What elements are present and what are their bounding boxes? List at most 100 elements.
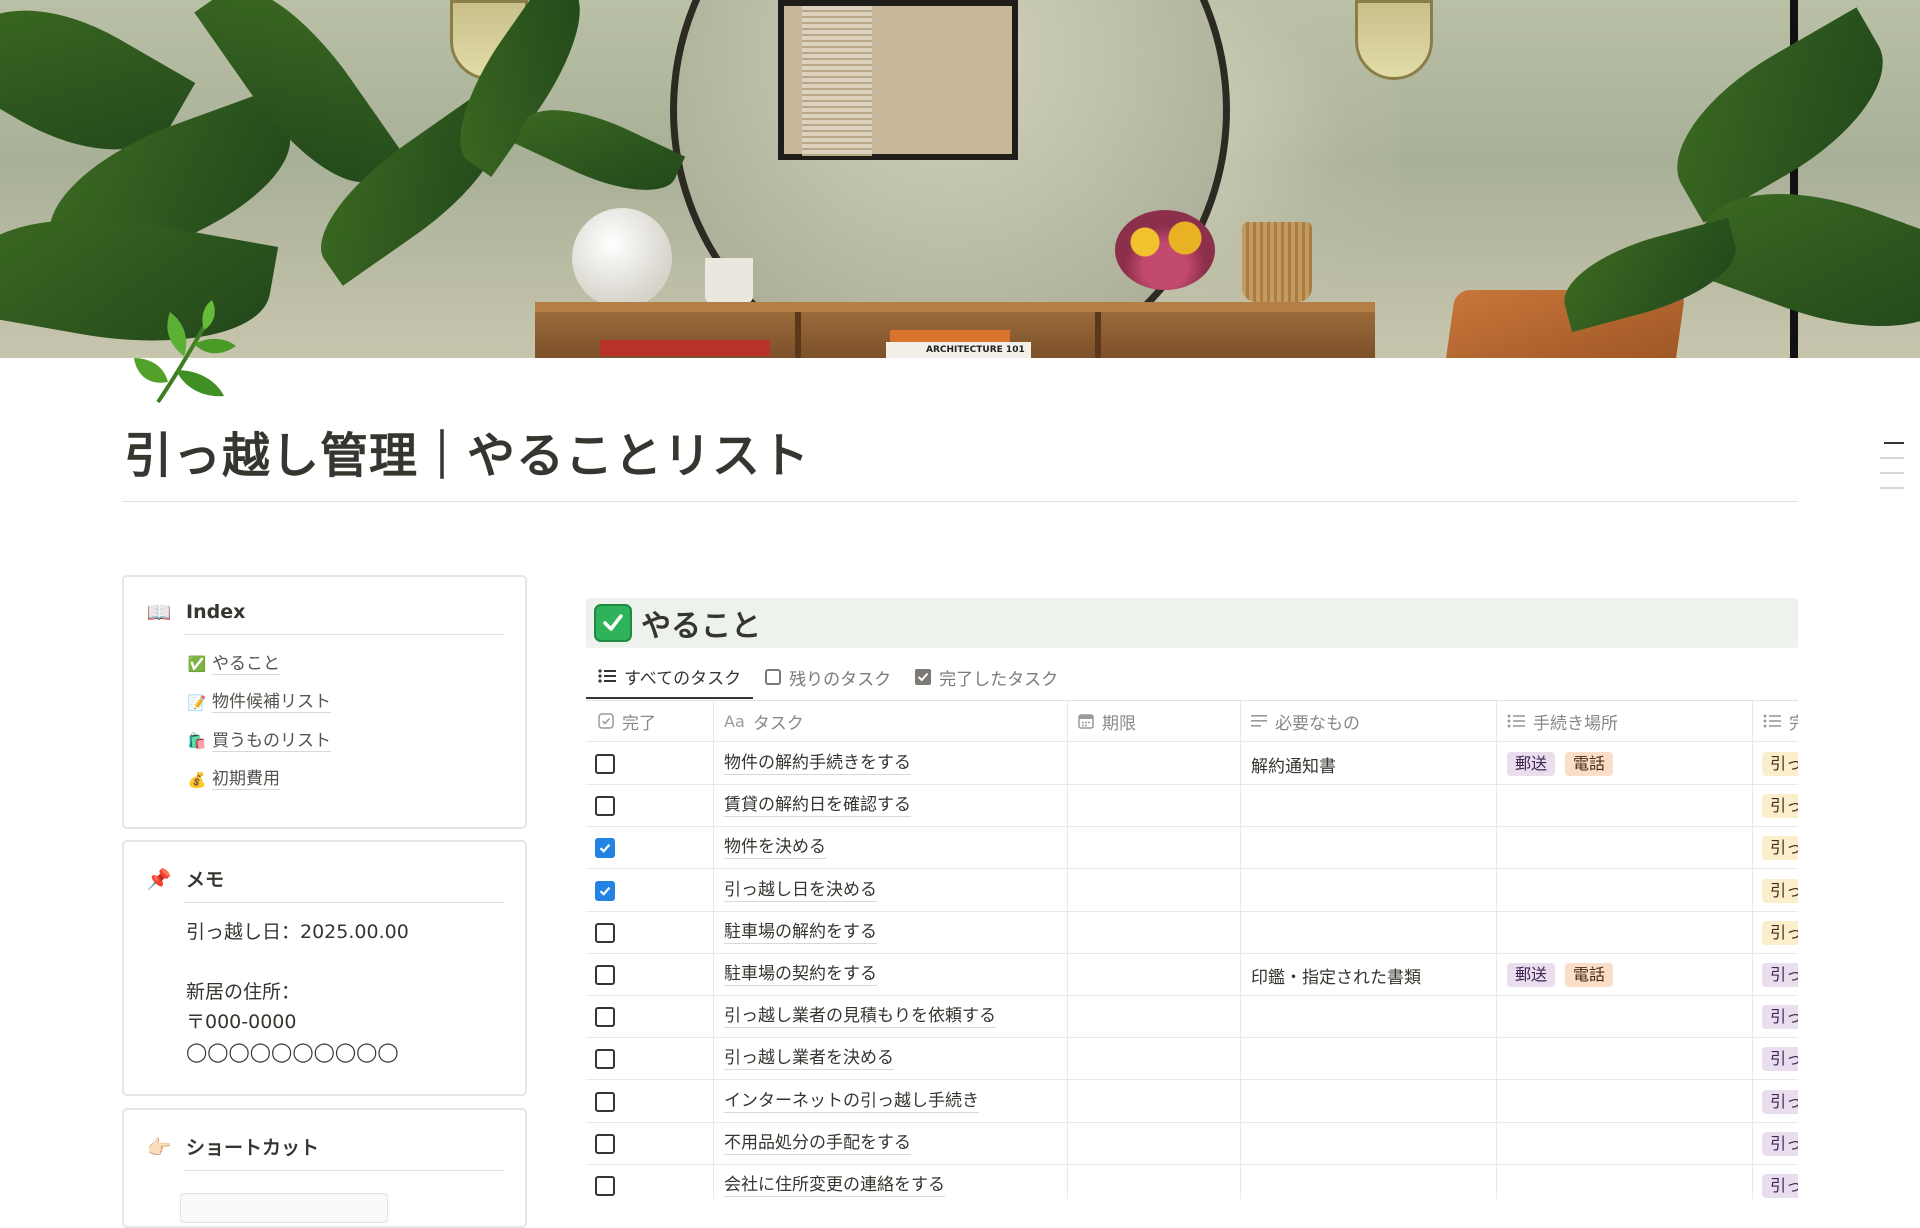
column-header-stage[interactable]: 完 [1763,700,1798,742]
task-cell[interactable]: インターネットの引っ越し手続き [724,1081,1064,1123]
due-cell[interactable] [1078,1123,1238,1165]
due-cell[interactable] [1078,954,1238,996]
stage-cell[interactable]: 引っ [1762,743,1798,785]
due-cell[interactable] [1078,870,1238,912]
task-cell[interactable]: 引っ越し日を決める [724,870,1064,912]
needs-cell[interactable] [1251,785,1491,827]
table-row[interactable]: 物件を決める 引っ [586,827,1798,870]
place-cell[interactable] [1507,827,1747,869]
table-row[interactable]: 引っ越し業者を決める 引っ [586,1038,1798,1081]
place-cell[interactable] [1507,1123,1747,1165]
place-cell[interactable] [1507,1081,1747,1123]
due-cell[interactable] [1078,1038,1238,1080]
table-of-contents-outline[interactable] [1880,442,1904,502]
column-header-needs[interactable]: 必要なもの [1251,700,1491,742]
due-cell[interactable] [1078,785,1238,827]
place-cell[interactable] [1507,912,1747,954]
place-cell[interactable] [1507,996,1747,1038]
task-cell[interactable]: 会社に住所変更の連絡をする [724,1165,1064,1199]
stage-cell[interactable]: 引っ [1762,996,1798,1038]
place-cell[interactable] [1507,785,1747,827]
column-header-place[interactable]: 手続き場所 [1507,700,1747,742]
task-cell[interactable]: 不用品処分の手配をする [724,1123,1064,1165]
due-cell[interactable] [1078,743,1238,785]
table-row[interactable]: 物件の解約手続きをする 解約通知書 郵送 電話 引っ [586,743,1798,785]
needs-cell[interactable] [1251,827,1491,869]
task-cell[interactable]: 駐車場の契約をする [724,954,1064,996]
stage-cell[interactable]: 引っ [1762,1081,1798,1123]
needs-cell[interactable] [1251,912,1491,954]
checkbox-unchecked[interactable] [595,922,615,943]
task-cell[interactable]: 引っ越し業者を決める [724,1038,1064,1080]
needs-cell[interactable] [1251,996,1491,1038]
checkbox-unchecked[interactable] [595,1091,615,1112]
index-link-property-candidates[interactable]: 📝 物件候補リスト [186,684,525,723]
table-row[interactable]: 会社に住所変更の連絡をする 引っ [586,1165,1798,1199]
due-cell[interactable] [1078,1081,1238,1123]
task-cell[interactable]: 賃貸の解約日を確認する [724,785,1064,827]
stage-cell[interactable]: 引っ [1762,1123,1798,1165]
stage-cell[interactable]: 引っ [1762,1165,1798,1199]
cover-image[interactable]: ARCHITECTURE 101 [0,0,1920,358]
needs-cell[interactable] [1251,1038,1491,1080]
checkbox-unchecked[interactable] [595,1007,615,1028]
task-cell[interactable]: 物件を決める [724,827,1064,869]
tab-remaining-tasks[interactable]: 残りのタスク [753,655,903,699]
checkbox-unchecked[interactable] [595,796,615,817]
due-cell[interactable] [1078,1165,1238,1199]
task-cell[interactable]: 駐車場の解約をする [724,912,1064,954]
checkbox-checked[interactable] [595,880,615,901]
needs-cell[interactable] [1251,1165,1491,1199]
column-header-due[interactable]: 期限 [1078,700,1238,742]
checkbox-unchecked[interactable] [595,965,615,985]
due-cell[interactable] [1078,912,1238,954]
table-row[interactable]: 引っ越し業者の見積もりを依頼する 引っ [586,996,1798,1039]
database-title-bar[interactable]: やること [586,598,1798,648]
shortcut-heading: ショートカット [186,1137,320,1159]
checkbox-checked[interactable] [595,838,615,859]
column-header-task[interactable]: Aa タスク [724,700,1064,742]
checkbox-unchecked[interactable] [595,1049,615,1070]
needs-cell[interactable]: 印鑑・指定された書類 [1251,954,1491,996]
column-header-done[interactable]: 完了 [598,700,710,742]
table-row[interactable]: 不用品処分の手配をする 引っ [586,1123,1798,1165]
task-cell[interactable]: 引っ越し業者の見積もりを依頼する [724,996,1064,1038]
place-cell[interactable] [1507,1038,1747,1080]
needs-cell[interactable] [1251,870,1491,912]
table-row[interactable]: インターネットの引っ越し手続き 引っ [586,1081,1798,1123]
needs-cell[interactable]: 解約通知書 [1251,743,1491,785]
tab-completed-tasks[interactable]: 完了したタスク [903,655,1070,699]
stage-cell[interactable]: 引っ [1762,1038,1798,1080]
stage-cell[interactable]: 引っ [1762,827,1798,869]
place-cell[interactable] [1507,870,1747,912]
place-cell[interactable]: 郵送 電話 [1507,954,1747,996]
checkbox-unchecked[interactable] [595,1133,615,1154]
page-title[interactable]: 引っ越し管理｜やることリスト [124,416,810,486]
table-row[interactable]: 賃貸の解約日を確認する 引っ [586,785,1798,828]
index-link-yarukoto[interactable]: ✅ やること [186,645,525,684]
index-link-initial-costs[interactable]: 💰 初期費用 [186,761,525,800]
stage-cell[interactable]: 引っ [1762,954,1798,996]
stage-cell[interactable]: 引っ [1762,785,1798,827]
needs-cell[interactable] [1251,1081,1491,1123]
index-link-shopping-list[interactable]: 🛍️ 買うものリスト [186,722,525,761]
checkbox-unchecked[interactable] [595,754,615,774]
table-row[interactable]: 駐車場の契約をする 印鑑・指定された書類 郵送 電話 引っ [586,954,1798,996]
needs-cell[interactable] [1251,1123,1491,1165]
page-icon[interactable] [128,300,238,410]
memo-text[interactable]: 引っ越し日：2025.00.00 新居の住所： 〒000-0000 ◯◯◯◯◯◯… [124,903,525,1067]
place-cell[interactable]: 郵送 電話 [1507,743,1747,785]
multiselect-icon [1507,714,1525,728]
task-title: 会社に住所変更の連絡をする [724,1175,945,1197]
due-cell[interactable] [1078,827,1238,869]
shortcut-button[interactable] [180,1193,388,1223]
stage-cell[interactable]: 引っ [1762,870,1798,912]
tab-all-tasks[interactable]: すべてのタスク [586,655,754,699]
place-cell[interactable] [1507,1165,1747,1199]
stage-cell[interactable]: 引っ [1762,912,1798,954]
table-row[interactable]: 引っ越し日を決める 引っ [586,870,1798,912]
task-cell[interactable]: 物件の解約手続きをする [724,743,1064,785]
table-row[interactable]: 駐車場の解約をする 引っ [586,912,1798,954]
due-cell[interactable] [1078,996,1238,1038]
checkbox-unchecked[interactable] [595,1176,615,1196]
